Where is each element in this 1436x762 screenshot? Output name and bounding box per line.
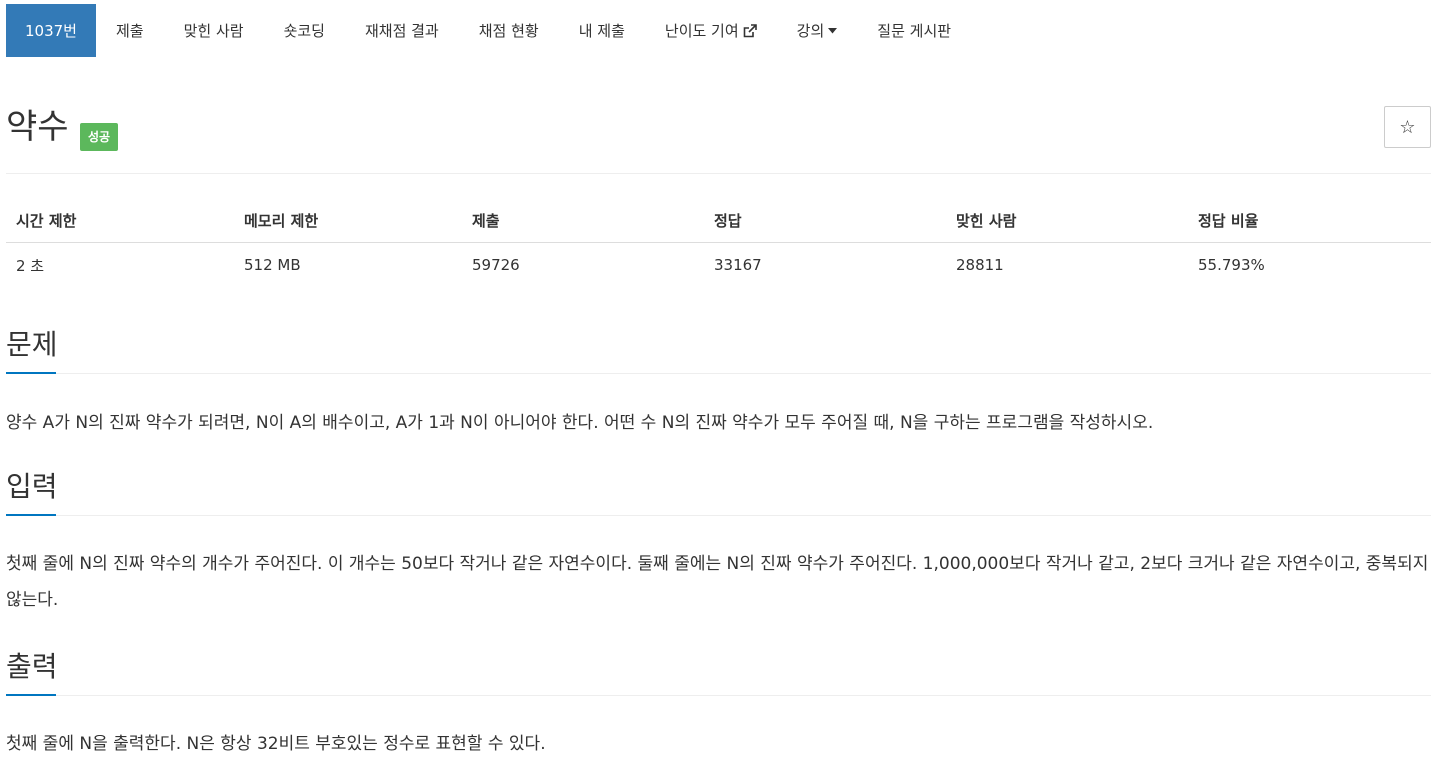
section-heading-output: 출력: [6, 650, 58, 683]
caret-down-icon: [828, 27, 838, 34]
tab-solved-users[interactable]: 맞힌 사람: [164, 4, 264, 57]
tab-label: 숏코딩: [283, 22, 325, 40]
header-accept-ratio: 정답 비율: [1188, 198, 1431, 243]
tab-judge-status[interactable]: 채점 현황: [459, 4, 559, 57]
solved-users-value: 28811: [956, 256, 1004, 274]
tab-my-submissions[interactable]: 내 제출: [559, 4, 645, 57]
accepted-value: 33167: [714, 256, 762, 274]
input-section: 입력 첫째 줄에 N의 진짜 약수의 개수가 주어진다. 이 개수는 50보다 …: [6, 468, 1431, 618]
tab-label: 강의: [796, 22, 825, 40]
output-section: 출력 첫째 줄에 N을 출력한다. N은 항상 32비트 부호있는 정수로 표현…: [6, 648, 1431, 762]
section-heading-input: 입력: [6, 470, 58, 503]
header-solved-users: 맞힌 사람: [946, 198, 1188, 243]
tab-label: 난이도 기여: [664, 22, 739, 40]
favorite-star-button[interactable]: ☆: [1384, 106, 1431, 148]
problem-title-row: 약수 성공 ☆: [6, 104, 1431, 154]
section-underline: [6, 694, 1431, 696]
tab-label: 제출: [115, 22, 144, 40]
tab-difficulty-contribution[interactable]: 난이도 기여: [645, 4, 777, 57]
tab-short-coding[interactable]: 숏코딩: [264, 4, 345, 57]
problem-description-text: 양수 A가 N의 진짜 약수가 되려면, N이 A의 배수이고, A가 1과 N…: [6, 413, 1154, 433]
tab-label: 채점 현황: [478, 22, 539, 40]
tab-lectures-dropdown[interactable]: 강의: [777, 4, 858, 57]
problem-description-section: 문제 양수 A가 N의 진짜 약수가 되려면, N이 A의 배수이고, A가 1…: [6, 326, 1431, 441]
tab-label: 내 제출: [578, 22, 625, 40]
section-heading-problem: 문제: [6, 328, 58, 361]
table-row: 2 초 512 MB 59726 33167 28811 55.793%: [6, 243, 1431, 288]
tab-question-board[interactable]: 질문 게시판: [857, 4, 971, 57]
star-icon: ☆: [1399, 116, 1416, 138]
time-limit-value: 2 초: [16, 256, 45, 275]
section-underline: [6, 372, 1431, 374]
output-description-text: 첫째 줄에 N을 출력한다. N은 항상 32비트 부호있는 정수로 표현할 수…: [6, 734, 546, 754]
submissions-value: 59726: [472, 256, 520, 274]
memory-limit-value: 512 MB: [244, 256, 301, 274]
divider: [6, 173, 1431, 174]
tab-label: 1037번: [25, 22, 77, 40]
problem-info-table: 시간 제한 메모리 제한 제출 정답 맞힌 사람 정답 비율 2 초 512 M…: [6, 198, 1431, 287]
status-badge: 성공: [80, 123, 119, 151]
header-submissions: 제출: [462, 198, 704, 243]
tab-rejudge-results[interactable]: 재채점 결과: [345, 4, 459, 57]
header-memory-limit: 메모리 제한: [234, 198, 462, 243]
header-accepted: 정답: [704, 198, 946, 243]
header-time-limit: 시간 제한: [6, 198, 234, 243]
tab-submit[interactable]: 제출: [96, 4, 164, 57]
tab-label: 질문 게시판: [877, 22, 952, 40]
problem-nav-tabs: 1037번 제출 맞힌 사람 숏코딩 재채점 결과 채점 현황 내 제출 난이도…: [6, 4, 971, 57]
section-underline: [6, 514, 1431, 516]
tab-label: 맞힌 사람: [183, 22, 244, 40]
accept-ratio-value: 55.793%: [1198, 256, 1265, 274]
tab-label: 재채점 결과: [364, 22, 439, 40]
tab-problem-number[interactable]: 1037번: [6, 4, 96, 57]
external-link-icon: [743, 23, 757, 38]
input-description-text: 첫째 줄에 N의 진짜 약수의 개수가 주어진다. 이 개수는 50보다 작거나…: [6, 554, 1429, 610]
table-header-row: 시간 제한 메모리 제한 제출 정답 맞힌 사람 정답 비율: [6, 198, 1431, 243]
problem-page: 1037번 제출 맞힌 사람 숏코딩 재채점 결과 채점 현황 내 제출 난이도…: [0, 0, 1436, 762]
problem-title: 약수: [6, 107, 69, 147]
